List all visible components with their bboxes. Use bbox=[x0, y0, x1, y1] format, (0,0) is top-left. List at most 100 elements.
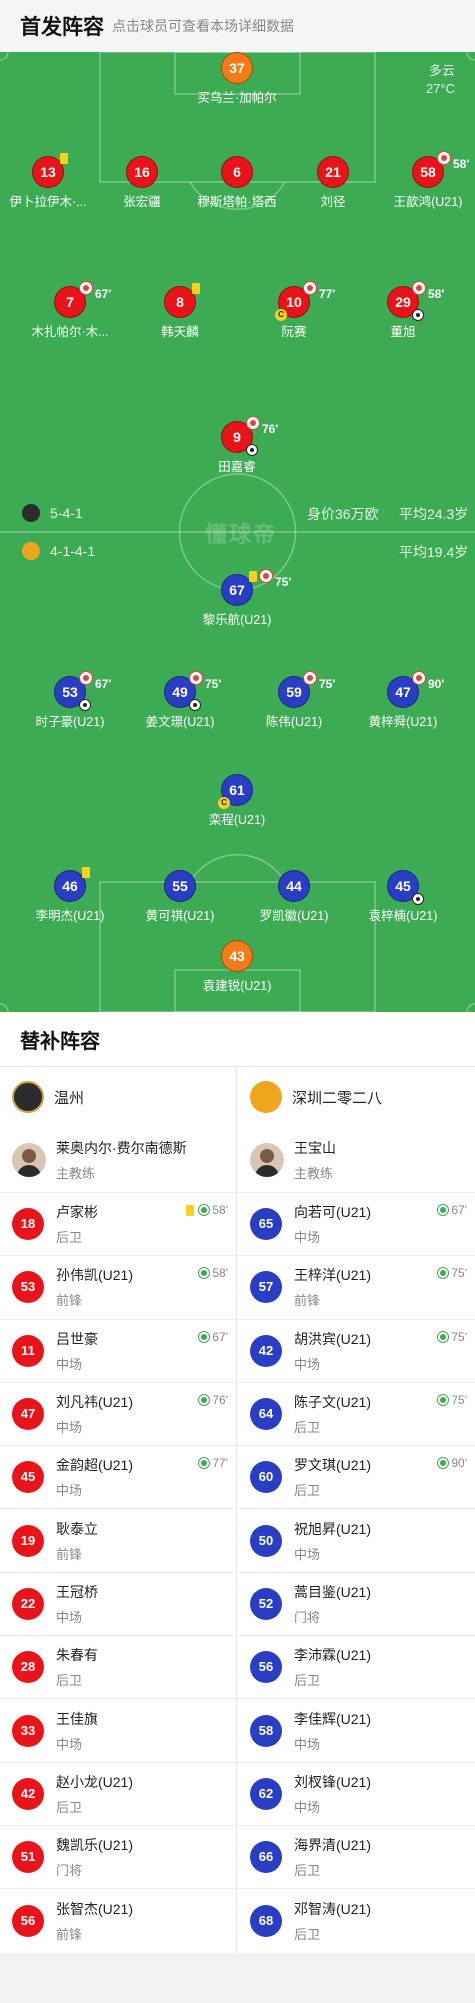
player-number-badge: 43 bbox=[221, 940, 253, 972]
lineup-title: 首发阵容 bbox=[20, 16, 104, 39]
sub-player-row[interactable]: 45 金韵超(U21) 中场 77' bbox=[0, 1446, 236, 1510]
away-player-43[interactable]: 43 袁建锐(U21) bbox=[177, 940, 297, 994]
player-position: 后卫 bbox=[56, 1799, 83, 1815]
player-number-badge: 46 bbox=[54, 867, 90, 902]
away-player-67[interactable]: 67 75' 黎乐航(U21) bbox=[177, 569, 297, 628]
sub-player-row[interactable]: 19 耿泰立 前锋 bbox=[0, 1509, 236, 1573]
sub-player-row[interactable]: 28 朱春有 后卫 bbox=[0, 1636, 236, 1700]
player-number-badge: 47 90' bbox=[387, 671, 444, 708]
sub-player-row[interactable]: 57 王梓洋(U21) 前锋 75' bbox=[238, 1256, 475, 1320]
away-player-44[interactable]: 44 罗凯徽(U21) bbox=[234, 870, 354, 924]
sub-player-row[interactable]: 22 王冠桥 中场 bbox=[0, 1573, 236, 1637]
sub-player-row[interactable]: 60 罗文琪(U21) 后卫 90' bbox=[238, 1446, 475, 1510]
sub-player-row[interactable]: 42 胡洪宾(U21) 中场 75' bbox=[238, 1320, 475, 1383]
player-name: 祝旭昇(U21) bbox=[294, 1520, 372, 1537]
player-number-badge: 44 bbox=[278, 870, 310, 902]
sub-player-row[interactable]: 33 王佳旗 中场 bbox=[0, 1699, 236, 1763]
away-player-46[interactable]: 46 李明杰(U21) bbox=[10, 867, 130, 924]
player-number-badge: 37 bbox=[221, 52, 253, 84]
away-team-name: 深圳二零二八 bbox=[292, 1089, 383, 1107]
sub-player-row[interactable]: 56 李沛霖(U21) 后卫 bbox=[238, 1636, 475, 1700]
player-name: 朱春有 bbox=[56, 1647, 98, 1664]
home-player-29[interactable]: 29 58' 董旭 bbox=[343, 281, 463, 340]
sub-out-icon bbox=[259, 569, 273, 583]
player-position: 中场 bbox=[294, 1546, 321, 1562]
away-player-45[interactable]: 45 袁梓楠(U21) bbox=[343, 870, 463, 924]
away-player-55[interactable]: 55 黄可祺(U21) bbox=[120, 870, 240, 924]
player-name: 李沛霖(U21) bbox=[294, 1647, 372, 1664]
sub-player-row[interactable]: 11 吕世豪 中场 67' bbox=[0, 1320, 236, 1383]
player-position: 前锋 bbox=[56, 1293, 83, 1309]
away-player-49[interactable]: 49 75' 姜文璟(U21) bbox=[120, 671, 240, 730]
sub-player-row[interactable]: 58 李佳辉(U21) 中场 bbox=[238, 1699, 475, 1763]
away-player-61[interactable]: 61 C 栾程(U21) bbox=[177, 774, 297, 828]
yellow-card-icon bbox=[82, 867, 90, 878]
player-position: 后卫 bbox=[294, 1926, 321, 1942]
player-name: 魏凯乐(U21) bbox=[56, 1837, 134, 1854]
away-formation-row: 4-1-4-1 bbox=[22, 541, 95, 561]
sub-player-row[interactable]: 56 张智杰(U21) 前锋 bbox=[0, 1889, 236, 1952]
sub-player-row[interactable]: 65 向若可(U21) 中场 67' bbox=[238, 1193, 475, 1257]
player-number-badge: 56 bbox=[12, 1904, 44, 1937]
subs-title: 替补阵容 bbox=[20, 1030, 100, 1053]
pitch: 多云 27°C 懂球帝 5-4-1 身价36万欧 平均24.3岁 4-1-4-1… bbox=[0, 52, 475, 1012]
home-player-9[interactable]: 9 76' 田嘉睿 bbox=[177, 416, 297, 475]
sub-player-row[interactable]: 51 魏凯乐(U21) 门将 bbox=[0, 1826, 236, 1890]
home-player-8[interactable]: 8 韩天麟 bbox=[120, 283, 240, 340]
goal-ball-icon bbox=[246, 444, 258, 456]
away-team-header[interactable]: 深圳二零二八 bbox=[238, 1067, 475, 1127]
player-position: 门将 bbox=[56, 1863, 83, 1879]
home-player-37[interactable]: 37 买乌兰·加帕尔 bbox=[177, 52, 297, 106]
sub-player-row[interactable]: 66 海界清(U21) 后卫 bbox=[238, 1826, 475, 1890]
player-position: 中场 bbox=[56, 1420, 83, 1436]
sub-minute: 58' bbox=[212, 1203, 228, 1217]
player-number-badge: 13 bbox=[32, 153, 68, 188]
sub-player-row[interactable]: 64 陈子文(U21) 后卫 75' bbox=[238, 1383, 475, 1447]
home-player-58[interactable]: 58 58' 王歆鸿(U21) bbox=[368, 151, 475, 210]
player-number-badge: 42 bbox=[250, 1334, 282, 1367]
player-name: 刘凡祎(U21) bbox=[56, 1394, 134, 1411]
player-name: 罗凯徽(U21) bbox=[259, 909, 329, 923]
sub-in-icon bbox=[437, 1330, 450, 1343]
weather-condition: 多云 bbox=[428, 63, 455, 78]
sub-out-icon bbox=[437, 151, 451, 165]
home-player-7[interactable]: 7 67' 木扎帕尔·木... bbox=[10, 281, 130, 340]
away-player-59[interactable]: 59 75' 陈伟(U21) bbox=[234, 671, 354, 730]
player-number-badge: 58 58' bbox=[412, 151, 469, 188]
yellow-card-icon bbox=[249, 571, 257, 582]
sub-player-row[interactable]: 50 祝旭昇(U21) 中场 bbox=[238, 1509, 475, 1573]
player-name: 王冠桥 bbox=[56, 1583, 98, 1600]
away-player-53[interactable]: 53 67' 时子豪(U21) bbox=[10, 671, 130, 730]
sub-minute: 90' bbox=[451, 1456, 467, 1471]
player-number-badge: 11 bbox=[12, 1334, 44, 1367]
away-player-47[interactable]: 47 90' 黄梓舜(U21) bbox=[343, 671, 463, 730]
player-number-badge: 21 bbox=[317, 156, 349, 188]
sub-player-row[interactable]: 18 卢家彬 后卫 58' bbox=[0, 1193, 236, 1257]
sub-player-row[interactable]: 52 蒿目鉴(U21) 门将 bbox=[238, 1573, 475, 1637]
player-position: 门将 bbox=[294, 1609, 321, 1625]
player-number-badge: 50 bbox=[250, 1524, 282, 1557]
watermark-logo: 懂球帝 bbox=[205, 522, 278, 547]
home-player-10[interactable]: 10 77' C 阮赛 bbox=[234, 281, 354, 340]
sub-player-row[interactable]: 62 刘杈锋(U21) 中场 bbox=[238, 1763, 475, 1826]
player-number-badge: 7 67' bbox=[54, 281, 111, 318]
sub-player-row[interactable]: 47 刘凡祎(U21) 中场 76' bbox=[0, 1383, 236, 1447]
player-number-badge: 8 bbox=[164, 283, 200, 318]
home-coach[interactable]: 莱奥内尔·费尔南德斯 主教练 bbox=[0, 1127, 236, 1193]
player-number-badge: 47 bbox=[12, 1398, 44, 1431]
home-formation: 5-4-1 bbox=[50, 505, 83, 521]
player-name: 李明杰(U21) bbox=[35, 909, 105, 923]
coach-role: 主教练 bbox=[56, 1165, 96, 1181]
away-coach[interactable]: 王宝山 主教练 bbox=[238, 1127, 475, 1193]
sub-player-row[interactable]: 68 邓智涛(U21) 后卫 bbox=[238, 1889, 475, 1952]
sub-player-row[interactable]: 53 孙伟凯(U21) 前锋 58' bbox=[0, 1256, 236, 1320]
player-number-badge: 45 bbox=[387, 870, 424, 905]
player-name: 罗文琪(U21) bbox=[294, 1457, 372, 1474]
sub-minute: 75' bbox=[319, 677, 336, 691]
sub-minute: 58' bbox=[212, 1266, 228, 1281]
player-name: 黄梓舜(U21) bbox=[368, 715, 438, 729]
sub-player-row[interactable]: 42 赵小龙(U21) 后卫 bbox=[0, 1763, 236, 1826]
home-team-header[interactable]: 温州 bbox=[0, 1067, 236, 1127]
sub-minute: 75' bbox=[451, 1266, 467, 1281]
sub-minute: 75' bbox=[451, 1392, 467, 1407]
